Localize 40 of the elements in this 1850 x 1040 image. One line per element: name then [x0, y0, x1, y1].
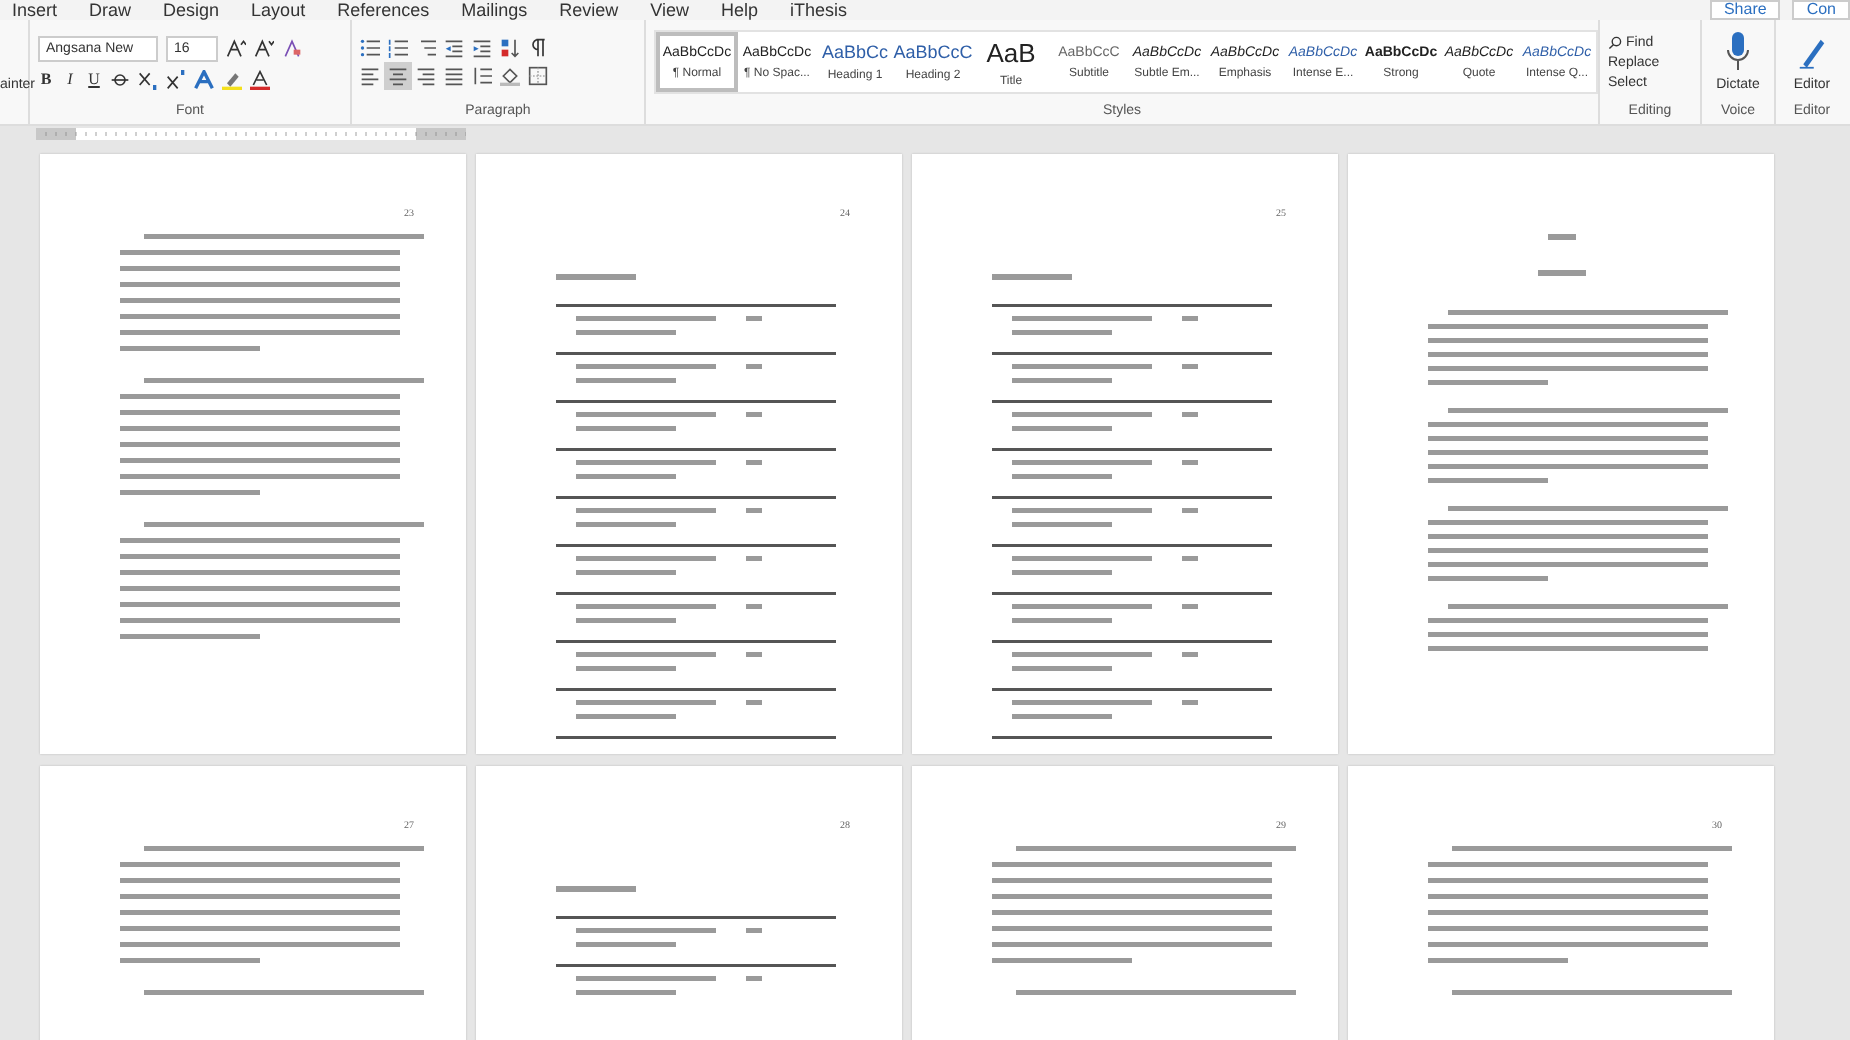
microphone-icon — [1723, 32, 1752, 72]
align-icon[interactable] — [444, 66, 464, 86]
menu-tab[interactable]: Draw — [85, 2, 160, 20]
strikethrough-icon[interactable] — [110, 69, 130, 89]
menu-tab[interactable]: View — [646, 2, 717, 20]
menu-tab[interactable]: iThesis — [786, 2, 876, 20]
menu-tab[interactable]: Layout — [247, 2, 334, 20]
align-icon[interactable] — [360, 66, 380, 86]
bullets-icon[interactable] — [360, 38, 380, 58]
menu-tab[interactable]: Help — [717, 2, 787, 20]
menu-tab[interactable]: Insert — [8, 2, 86, 20]
share-button[interactable]: Share — [1709, 0, 1781, 20]
line-spacing-icon[interactable] — [472, 66, 492, 86]
numbering-icon[interactable] — [388, 38, 408, 58]
clear-formatting-icon[interactable] — [282, 38, 302, 58]
highlighter-icon[interactable] — [222, 69, 242, 89]
shading-icon[interactable] — [500, 66, 520, 86]
sort-icon[interactable] — [500, 38, 520, 58]
align-icon[interactable] — [416, 66, 436, 86]
menu-tab[interactable]: References — [333, 2, 458, 20]
align-icon[interactable] — [388, 66, 408, 86]
increase-indent-icon[interactable] — [472, 38, 492, 58]
pilcrow-icon[interactable] — [528, 38, 548, 58]
menu-tab[interactable]: Design — [159, 2, 248, 20]
borders-icon[interactable] — [528, 66, 548, 86]
text-effects-icon[interactable] — [194, 69, 214, 89]
menu-tab[interactable]: Mailings — [457, 2, 556, 20]
menu-tab[interactable]: Review — [555, 2, 647, 20]
underline-button[interactable]: U — [86, 70, 102, 88]
font-color-icon[interactable] — [250, 69, 270, 89]
comments-button[interactable]: Con — [1792, 0, 1850, 20]
multilevel-list-icon[interactable] — [416, 38, 436, 58]
superscript-icon[interactable] — [166, 69, 186, 89]
search-icon — [1608, 35, 1622, 49]
bold-button[interactable]: B — [38, 70, 54, 88]
shrink-font-icon[interactable] — [254, 38, 274, 58]
subscript-icon[interactable] — [138, 69, 158, 89]
grow-font-icon[interactable] — [226, 38, 246, 58]
decrease-indent-icon[interactable] — [444, 38, 464, 58]
italic-button[interactable]: I — [62, 70, 78, 88]
